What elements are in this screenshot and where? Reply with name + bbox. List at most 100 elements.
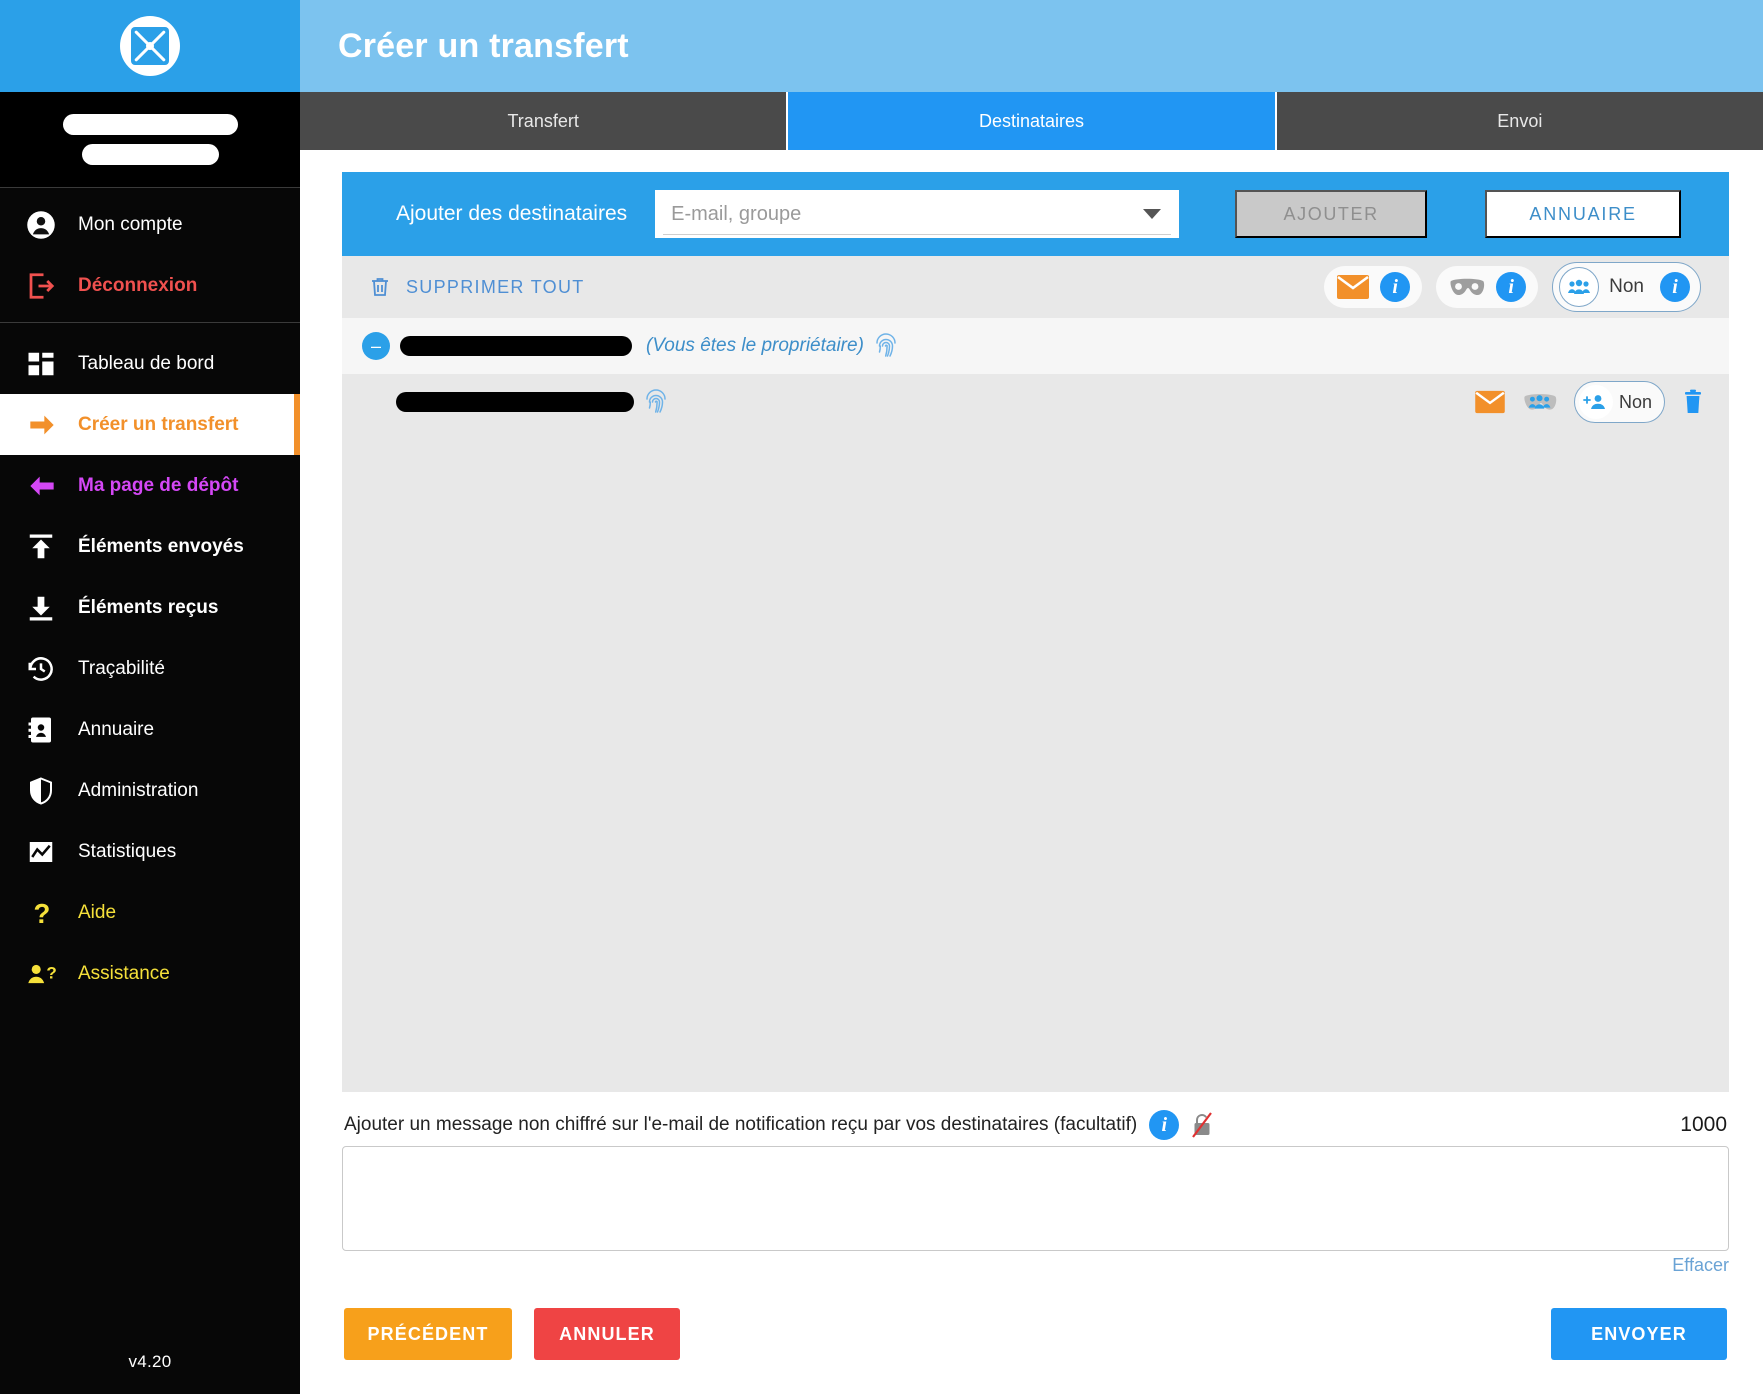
- toolbar-pill-email[interactable]: i: [1324, 266, 1423, 308]
- toolbar-pill-group[interactable]: Non i: [1552, 262, 1701, 312]
- info-icon[interactable]: i: [1496, 272, 1527, 302]
- character-counter: 1000: [1680, 1113, 1727, 1136]
- sidebar: Mon compte Déconnexion Tableau de bord C…: [0, 0, 300, 1394]
- arrow-right-icon: [26, 411, 66, 439]
- shield-icon: [26, 776, 66, 806]
- sidebar-item-statistiques[interactable]: Statistiques: [0, 821, 300, 882]
- sidebar-item-ma-page-de-depot[interactable]: Ma page de dépôt: [0, 455, 300, 516]
- sidebar-item-elements-envoyes[interactable]: Éléments envoyés: [0, 516, 300, 577]
- sidebar-item-label: Ma page de dépôt: [78, 474, 239, 496]
- redacted-username: [62, 114, 238, 135]
- fingerprint-icon[interactable]: [644, 388, 668, 416]
- main-area: Créer un transfert Transfert Destinatair…: [300, 0, 1763, 1394]
- sidebar-item-administration[interactable]: Administration: [0, 760, 300, 821]
- cancel-button[interactable]: ANNULER: [534, 1308, 680, 1360]
- tab-destinataires[interactable]: Destinataires: [788, 92, 1277, 150]
- sidebar-item-label: Annuaire: [78, 718, 155, 740]
- info-icon[interactable]: i: [1149, 1110, 1180, 1140]
- footer-actions: PRÉCÉDENT ANNULER ENVOYER: [342, 1276, 1729, 1394]
- sidebar-item-label: Déconnexion: [78, 274, 198, 296]
- sidebar-item-aide[interactable]: ? Aide: [0, 882, 300, 943]
- tab-envoi[interactable]: Envoi: [1276, 92, 1763, 150]
- sidebar-item-label: Traçabilité: [78, 657, 165, 679]
- recipients-list: – (Vous êtes le propriétaire) Non: [342, 318, 1729, 1092]
- sidebar-item-creer-un-transfert[interactable]: Créer un transfert: [0, 394, 300, 455]
- recipient-input-combo[interactable]: E-mail, groupe: [655, 190, 1180, 238]
- redacted-email: [396, 392, 634, 412]
- svg-text:?: ?: [34, 898, 51, 928]
- tab-label: Envoi: [1497, 110, 1543, 131]
- trash-icon[interactable]: [1681, 389, 1705, 415]
- unlocked-crossed-icon: [1191, 1112, 1213, 1138]
- sidebar-item-label: Assistance: [78, 962, 170, 984]
- sidebar-item-tableau-de-bord[interactable]: Tableau de bord: [0, 333, 300, 394]
- add-recipients-label: Ajouter des destinataires: [396, 202, 628, 225]
- previous-button[interactable]: PRÉCÉDENT: [344, 1308, 512, 1360]
- directory-button[interactable]: ANNUAIRE: [1485, 190, 1682, 238]
- fingerprint-icon[interactable]: [874, 332, 898, 360]
- sidebar-item-label: Aide: [78, 901, 117, 923]
- upload-icon: [26, 532, 66, 562]
- redacted-organization: [81, 144, 219, 165]
- chevron-down-icon[interactable]: [1143, 209, 1162, 219]
- recipients-panel: SUPPRIMER TOUT i i Non i – (Vous êtes le…: [342, 256, 1729, 1092]
- sidebar-item-label: Administration: [78, 779, 199, 801]
- envelope-icon[interactable]: [1336, 274, 1370, 300]
- dashboard-icon: [26, 349, 66, 379]
- user-circle-icon: [26, 210, 66, 240]
- wizard-tabs: Transfert Destinataires Envoi: [300, 92, 1763, 150]
- send-button[interactable]: ENVOYER: [1551, 1308, 1727, 1360]
- sidebar-item-label: Tableau de bord: [78, 352, 215, 374]
- envelope-icon[interactable]: [1474, 390, 1506, 414]
- sidebar-item-label: Éléments reçus: [78, 596, 219, 618]
- message-label-row: Ajouter un message non chiffré sur l'e-m…: [342, 1092, 1729, 1146]
- tab-label: Destinataires: [978, 110, 1085, 131]
- recipient-row-actions: Non: [1474, 381, 1705, 423]
- sidebar-item-deconnexion[interactable]: Déconnexion: [0, 255, 300, 316]
- sidebar-item-label: Créer un transfert: [78, 413, 239, 435]
- minus-circle-icon[interactable]: –: [362, 332, 390, 360]
- sidebar-item-annuaire[interactable]: Annuaire: [0, 699, 300, 760]
- page-header: Créer un transfert: [300, 0, 1763, 92]
- recipient-row-owner: – (Vous êtes le propriétaire): [342, 318, 1729, 374]
- delete-all-label: SUPPRIMER TOUT: [406, 276, 585, 297]
- app-logo-icon: [120, 16, 180, 76]
- sidebar-item-assistance[interactable]: ? Assistance: [0, 943, 300, 1004]
- recipient-input-placeholder: E-mail, groupe: [671, 202, 802, 225]
- recipients-toolbar: SUPPRIMER TOUT i i Non i: [342, 256, 1729, 318]
- tab-label: Transfert: [507, 110, 579, 131]
- user-question-icon: ?: [26, 959, 66, 989]
- mask-icon[interactable]: [1448, 275, 1486, 299]
- chart-line-icon: [26, 837, 66, 867]
- sidebar-item-label: Statistiques: [78, 840, 177, 862]
- address-book-icon: [26, 715, 66, 745]
- toolbar-pill-anonymous[interactable]: i: [1436, 266, 1539, 308]
- sidebar-item-tracabilite[interactable]: Traçabilité: [0, 638, 300, 699]
- download-icon: [26, 593, 66, 623]
- recipient-row: Non: [342, 374, 1729, 430]
- sidebar-item-elements-recus[interactable]: Éléments reçus: [0, 577, 300, 638]
- app-version: v4.20: [128, 1352, 172, 1371]
- group-people-icon[interactable]: [1559, 267, 1600, 307]
- group-pill-value: Non: [1609, 276, 1644, 297]
- info-icon[interactable]: i: [1380, 272, 1411, 302]
- trash-icon: [368, 275, 392, 299]
- redacted-email: [400, 336, 632, 356]
- clear-message-link[interactable]: Effacer: [1672, 1255, 1729, 1276]
- sidebar-item-label: Éléments envoyés: [78, 535, 244, 557]
- page-title: Créer un transfert: [338, 26, 629, 65]
- sidebar-account-group: Mon compte Déconnexion: [0, 188, 300, 323]
- sidebar-item-mon-compte[interactable]: Mon compte: [0, 194, 300, 255]
- clear-message-row: Effacer: [342, 1251, 1729, 1276]
- page-content: Ajouter des destinataires E-mail, groupe…: [300, 150, 1763, 1394]
- group-people-icon[interactable]: [1522, 390, 1558, 414]
- add-recipient-button[interactable]: AJOUTER: [1235, 190, 1428, 238]
- info-icon[interactable]: i: [1660, 272, 1690, 302]
- svg-text:?: ?: [46, 963, 56, 982]
- owner-note: (Vous êtes le propriétaire): [646, 335, 864, 356]
- message-textarea[interactable]: [342, 1146, 1729, 1251]
- logout-icon: [26, 271, 66, 301]
- delete-all-button[interactable]: SUPPRIMER TOUT: [368, 275, 585, 299]
- recipient-group-toggle[interactable]: Non: [1573, 381, 1665, 423]
- tab-transfert[interactable]: Transfert: [300, 92, 789, 150]
